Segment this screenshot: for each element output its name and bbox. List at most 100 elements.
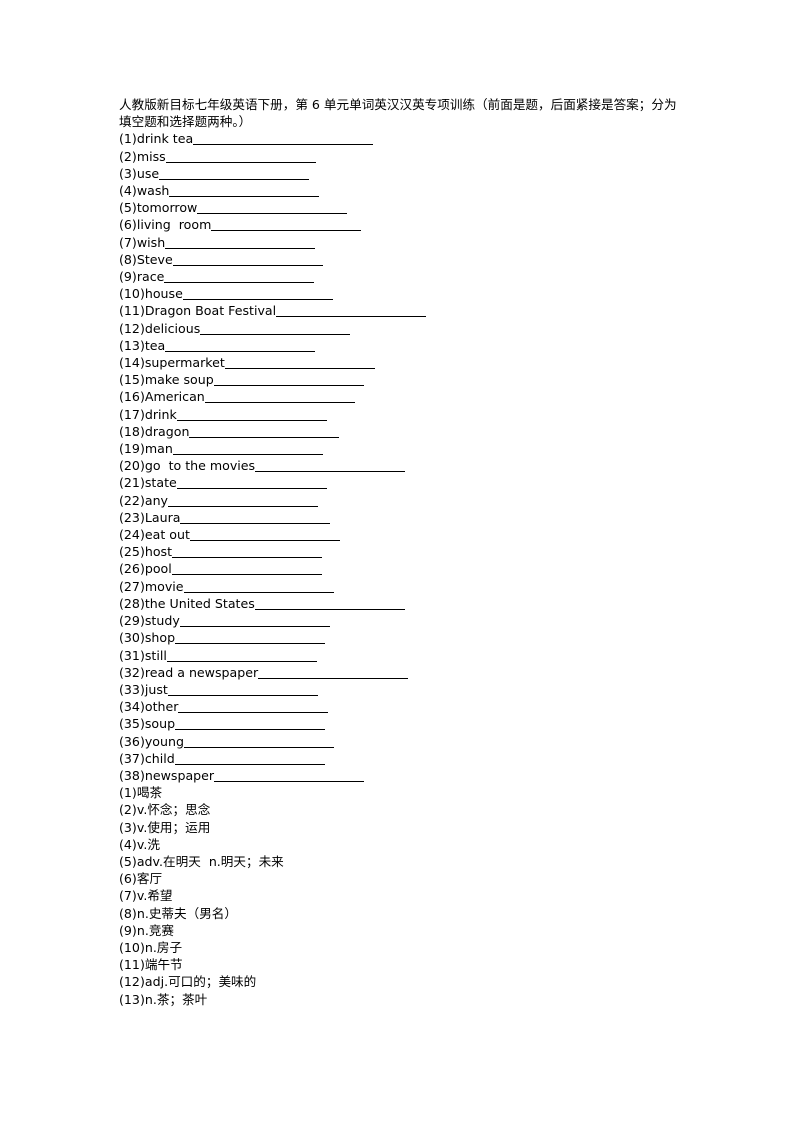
answer-blank[interactable] [175, 717, 326, 731]
answer-text: v.使用；运用 [136, 819, 211, 835]
answer-blank[interactable] [175, 631, 326, 645]
answer-blank[interactable] [176, 408, 327, 421]
answer-blank[interactable] [165, 339, 316, 352]
question-term: pool [144, 561, 172, 577]
question-term: tomorrow [136, 200, 198, 216]
question-row: (32)read a newspaper [119, 664, 679, 681]
answer-blank[interactable] [179, 614, 330, 628]
answer-row: (7)v.希望 [119, 887, 679, 904]
answer-blank[interactable] [171, 562, 322, 576]
question-number: (4) [119, 183, 137, 199]
answer-blank[interactable] [193, 132, 374, 146]
answer-blank[interactable] [167, 683, 318, 696]
answer-blank[interactable] [172, 442, 323, 456]
question-term: living room [136, 217, 212, 233]
question-row: (25)host [119, 543, 679, 560]
answer-row: (2)v.怀念；思念 [119, 801, 679, 818]
question-row: (10)house [119, 285, 679, 302]
answer-blank[interactable] [174, 752, 325, 765]
question-number: (27) [119, 578, 145, 594]
question-number: (30) [119, 630, 145, 646]
answer-blank[interactable] [204, 390, 355, 404]
question-term: Laura [144, 509, 181, 525]
question-term: young [144, 733, 184, 749]
answer-blank[interactable] [276, 304, 427, 318]
answer-blank[interactable] [182, 287, 333, 301]
answer-blank[interactable] [258, 666, 409, 679]
question-number: (3) [119, 165, 137, 181]
answer-blank[interactable] [165, 236, 316, 249]
question-row: (15)make soup [119, 371, 679, 388]
answer-blank[interactable] [214, 769, 365, 782]
answer-row: (1)喝茶 [119, 784, 679, 801]
question-number: (9) [119, 269, 137, 285]
answer-blank[interactable] [166, 649, 317, 662]
question-term: delicious [144, 320, 201, 336]
question-number: (33) [119, 681, 145, 697]
question-term: movie [144, 578, 184, 594]
question-term: wash [136, 183, 170, 199]
question-row: (3)use [119, 165, 679, 182]
question-term: American [144, 389, 205, 405]
answer-blank[interactable] [200, 322, 351, 335]
question-row: (37)child [119, 750, 679, 767]
answer-blank[interactable] [168, 494, 319, 507]
question-term: supermarket [144, 355, 225, 371]
answer-row: (12)adj.可口的；美味的 [119, 973, 679, 990]
question-term: newspaper [144, 767, 215, 783]
question-term: soup [144, 716, 176, 732]
answer-blank[interactable] [211, 218, 362, 232]
answer-blank[interactable] [224, 356, 375, 370]
answer-blank[interactable] [255, 459, 406, 473]
question-number: (36) [119, 733, 145, 749]
answer-number: (1) [119, 785, 137, 801]
page-title: 人教版新目标七年级英语下册，第 6 单元单词英汉汉英专项训练（前面是题，后面紧接… [119, 97, 677, 130]
answer-blank[interactable] [176, 476, 327, 490]
question-row: (20)go to the movies [119, 457, 679, 474]
question-number: (7) [119, 234, 137, 250]
answer-text: 端午节 [144, 957, 183, 973]
question-term: still [144, 647, 167, 663]
answer-blank[interactable] [183, 735, 334, 748]
question-row: (9)race [119, 268, 679, 285]
answer-blank[interactable] [165, 150, 316, 163]
question-row: (22)any [119, 492, 679, 509]
answer-blank[interactable] [183, 580, 334, 593]
answer-blank[interactable] [178, 700, 329, 714]
answer-number: (2) [119, 802, 137, 818]
answer-blank[interactable] [197, 201, 348, 215]
answer-number: (13) [119, 991, 145, 1007]
answer-blank[interactable] [169, 184, 320, 198]
answer-blank[interactable] [254, 597, 405, 610]
question-row: (5)tomorrow [119, 199, 679, 216]
question-term: drink [144, 406, 177, 422]
answer-text: 客厅 [136, 871, 163, 887]
question-row: (29)study [119, 612, 679, 629]
question-term: child [144, 750, 175, 766]
answer-blank[interactable] [189, 528, 340, 542]
question-number: (6) [119, 217, 137, 233]
question-term: state [144, 475, 177, 491]
answer-text: n.茶；茶叶 [144, 991, 208, 1007]
answer-blank[interactable] [213, 373, 364, 387]
question-number: (31) [119, 647, 145, 663]
answer-blank[interactable] [172, 253, 323, 266]
question-term: make soup [144, 372, 214, 388]
question-term: miss [136, 148, 166, 164]
answer-text: v.洗 [136, 836, 160, 852]
answer-blank[interactable] [159, 167, 310, 180]
answer-text: adv.在明天 n.明天；未来 [136, 853, 284, 869]
answer-blank[interactable] [172, 545, 323, 559]
answer-row: (4)v.洗 [119, 836, 679, 853]
question-number: (2) [119, 148, 137, 164]
question-number: (28) [119, 595, 145, 611]
question-term: the United States [144, 595, 255, 611]
answer-blank[interactable] [189, 425, 340, 438]
question-row: (18)dragon [119, 423, 679, 440]
question-term: drink tea [136, 131, 194, 147]
question-row: (7)wish [119, 234, 679, 251]
answer-blank[interactable] [180, 511, 331, 524]
answer-number: (9) [119, 922, 137, 938]
question-row: (17)drink [119, 406, 679, 423]
answer-blank[interactable] [164, 270, 315, 284]
